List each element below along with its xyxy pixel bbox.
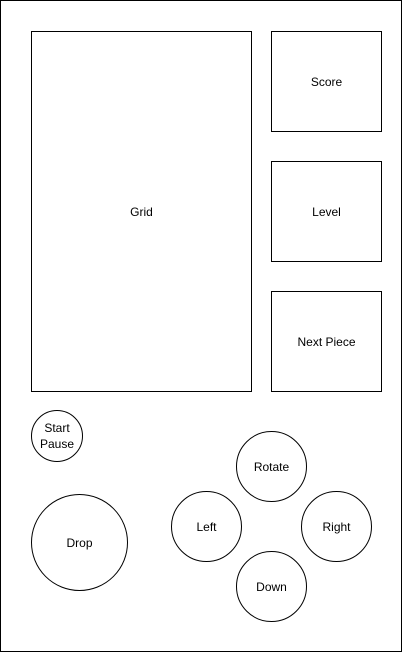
left-button[interactable]: Left <box>171 491 242 562</box>
drop-label: Drop <box>66 535 93 550</box>
start-pause-button[interactable]: Start Pause <box>31 410 83 462</box>
left-label: Left <box>196 519 217 534</box>
next-piece-label: Next Piece <box>297 334 356 349</box>
app-frame: Grid Score Level Next Piece Start Pause … <box>0 0 402 652</box>
level-panel: Level <box>271 161 382 262</box>
score-panel: Score <box>271 31 382 132</box>
game-grid: Grid <box>31 31 252 392</box>
down-button[interactable]: Down <box>236 551 307 622</box>
pause-label: Pause <box>39 437 75 451</box>
next-piece-panel: Next Piece <box>271 291 382 392</box>
start-label: Start <box>44 421 70 435</box>
score-label: Score <box>310 74 343 89</box>
drop-button[interactable]: Drop <box>31 494 128 591</box>
right-button[interactable]: Right <box>301 491 372 562</box>
rotate-button[interactable]: Rotate <box>236 431 307 502</box>
right-label: Right <box>322 519 351 534</box>
grid-label: Grid <box>130 204 153 219</box>
rotate-label: Rotate <box>253 459 290 474</box>
down-label: Down <box>256 579 287 594</box>
level-label: Level <box>312 204 341 219</box>
